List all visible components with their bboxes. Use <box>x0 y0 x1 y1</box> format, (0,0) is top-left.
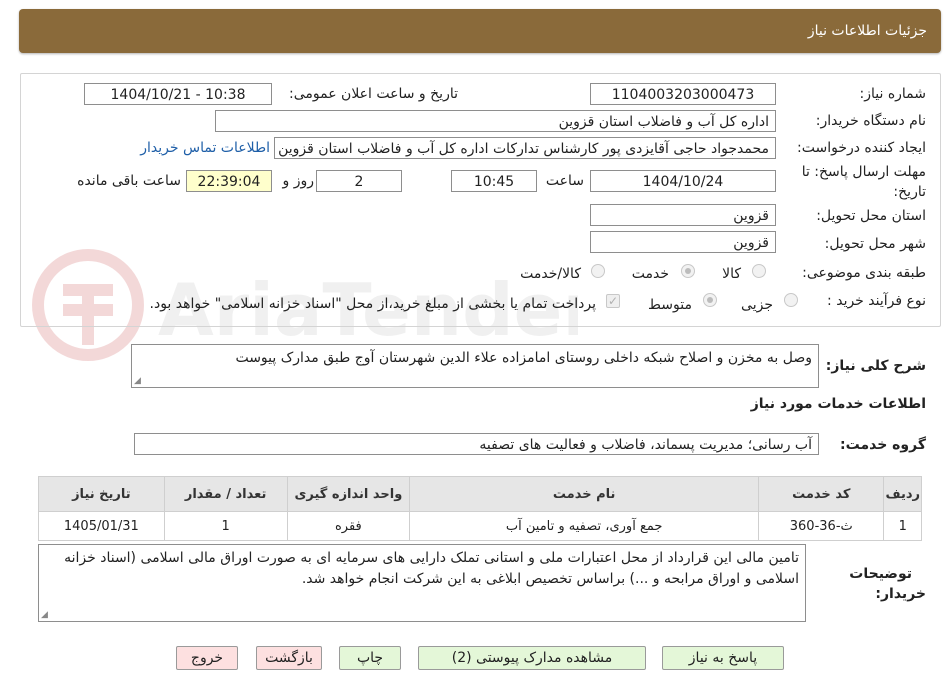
need-number-label: شماره نیاز: <box>859 86 927 102</box>
remaining-time-field: 22:39:04 <box>186 170 272 192</box>
back-button[interactable]: بازگشت <box>256 646 322 670</box>
process-radio-minor[interactable] <box>784 293 798 307</box>
deadline-date-field: 1404/10/24 <box>590 170 776 192</box>
cell-need-date: 1405/01/31 <box>38 511 165 541</box>
col-row-number: ردیف <box>883 476 922 512</box>
respond-button[interactable]: پاسخ به نیاز <box>662 646 784 670</box>
col-service-code: کد خدمت <box>758 476 885 512</box>
buyer-org-field: اداره کل آب و فاضلاب استان قزوین <box>215 110 776 132</box>
exit-button[interactable]: خروج <box>176 646 238 670</box>
col-need-date: تاریخ نیاز <box>38 476 165 512</box>
need-number-field: 1104003203000473 <box>590 83 776 105</box>
cell-unit: فقره <box>286 511 411 541</box>
resize-handle-icon[interactable]: ◢ <box>134 377 141 386</box>
process-option-medium: متوسط <box>648 297 692 313</box>
services-section-title: اطلاعات خدمات مورد نیاز <box>750 396 926 412</box>
announce-datetime-label: تاریخ و ساعت اعلان عمومی: <box>289 86 458 102</box>
summary-text: وصل به مخزن و اصلاح شبکه داخلی روستای ام… <box>235 350 812 366</box>
summary-label: شرح کلی نیاز: <box>825 358 926 374</box>
city-label: شهر محل تحویل: <box>824 236 926 252</box>
category-radio-goods-service[interactable] <box>591 264 605 278</box>
col-quantity: تعداد / مقدار <box>163 476 288 512</box>
deadline-label-line1: مهلت ارسال پاسخ: تا <box>801 164 926 180</box>
requester-field: محمدجواد حاجی آقایزدی پور کارشناس تدارکا… <box>274 137 776 159</box>
resize-handle-icon[interactable]: ◢ <box>41 611 48 620</box>
service-group-label: گروه خدمت: <box>840 437 926 453</box>
category-option-goods-service: کالا/خدمت <box>520 266 581 282</box>
print-button[interactable]: چاپ <box>339 646 401 670</box>
buyer-notes-label-line2: خریدار: <box>875 586 926 602</box>
category-option-goods: کالا <box>722 266 741 282</box>
cell-quantity: 1 <box>163 511 288 541</box>
category-option-service: خدمت <box>631 266 669 282</box>
service-group-field: آب رسانی؛ مدیریت پسماند، فاضلاب و فعالیت… <box>134 433 819 455</box>
buyer-contact-link[interactable]: اطلاعات تماس خریدار <box>140 140 270 156</box>
process-radio-medium[interactable] <box>703 293 717 307</box>
buyer-notes-textarea[interactable]: تامین مالی این قرارداد از محل اعتبارات م… <box>38 544 806 622</box>
cell-service-code: ث-36-360 <box>758 511 885 541</box>
deadline-time-field: 10:45 <box>451 170 537 192</box>
table-header-row: ردیف کد خدمت نام خدمت واحد اندازه گیری ت… <box>38 476 922 512</box>
payment-note-text: پرداخت تمام یا بخشی از مبلغ خرید،از محل … <box>149 296 596 312</box>
cell-row-number: 1 <box>883 511 922 541</box>
summary-textarea[interactable]: وصل به مخزن و اصلاح شبکه داخلی روستای ام… <box>131 344 819 388</box>
page-title: جزئیات اطلاعات نیاز <box>807 23 927 39</box>
purchase-process-label: نوع فرآیند خرید : <box>827 293 926 309</box>
page-header: جزئیات اطلاعات نیاز <box>19 9 941 53</box>
category-radio-service[interactable] <box>681 264 695 278</box>
table-row: 1 ث-36-360 جمع آوری، تصفیه و تامین آب فق… <box>38 511 922 541</box>
deadline-days-field: 2 <box>316 170 402 192</box>
category-radio-goods[interactable] <box>752 264 766 278</box>
province-label: استان محل تحویل: <box>816 208 926 224</box>
deadline-time-label: ساعت <box>545 173 584 189</box>
deadline-label-line2: تاریخ: <box>893 184 926 200</box>
remaining-time-label: ساعت باقی مانده <box>77 173 181 189</box>
province-field: قزوین <box>590 204 776 226</box>
category-label: طبقه بندی موضوعی: <box>802 265 926 281</box>
process-option-minor: جزیی <box>741 297 773 313</box>
payment-note-checkbox[interactable]: ✓ <box>606 294 620 308</box>
requester-label: ایجاد کننده درخواست: <box>797 140 926 156</box>
city-field: قزوین <box>590 231 776 253</box>
buyer-notes-text: تامین مالی این قرارداد از محل اعتبارات م… <box>64 550 799 587</box>
view-documents-button[interactable]: مشاهده مدارک پیوستی (2) <box>418 646 646 670</box>
cell-service-name: جمع آوری، تصفیه و تامین آب <box>409 511 760 541</box>
buyer-org-label: نام دستگاه خریدار: <box>815 113 926 129</box>
deadline-days-label: روز و <box>282 173 315 189</box>
announce-datetime-field: 1404/10/21 - 10:38 <box>84 83 272 105</box>
buyer-notes-label-line1: توضیحات <box>849 566 912 582</box>
col-unit: واحد اندازه گیری <box>286 476 411 512</box>
col-service-name: نام خدمت <box>409 476 760 512</box>
services-table: ردیف کد خدمت نام خدمت واحد اندازه گیری ت… <box>38 476 922 541</box>
